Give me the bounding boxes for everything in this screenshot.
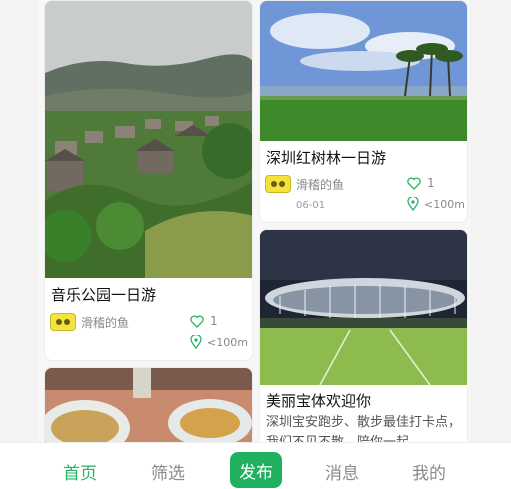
author-name: 滑稽的鱼 xyxy=(81,315,130,330)
heart-icon xyxy=(190,314,204,328)
post-author[interactable]: 滑稽的鱼 xyxy=(50,313,129,331)
post-title: 深圳红树林一日游 xyxy=(266,149,387,167)
post-title: 音乐公园一日游 xyxy=(51,286,157,304)
author-name: 滑稽的鱼 xyxy=(296,177,345,192)
avatar xyxy=(265,175,291,193)
like-number: 1 xyxy=(427,176,435,190)
distance-value: <100m xyxy=(207,335,248,349)
post-card-mangrove[interactable]: 深圳红树林一日游 滑稽的鱼 06-01 1 <100m xyxy=(259,0,468,223)
publish-button[interactable]: 发布 xyxy=(230,452,282,488)
post-photo xyxy=(260,230,467,385)
location-pin-icon xyxy=(190,335,202,349)
bottom-tab-bar: 首页 筛选 发布 消息 我的 xyxy=(0,442,511,489)
like-number: 1 xyxy=(210,314,218,328)
post-photo xyxy=(45,368,252,442)
post-title: 美丽宝体欢迎你 xyxy=(266,392,372,410)
post-description: 深圳宝安跑步、散步最佳打卡点，我们不见不散，陪你一起 xyxy=(266,415,462,442)
tab-messages[interactable]: 消息 xyxy=(325,459,359,484)
post-card-stadium[interactable]: 美丽宝体欢迎你 深圳宝安跑步、散步最佳打卡点，我们不见不散，陪你一起 xyxy=(259,229,468,442)
post-card-music-park[interactable]: 音乐公园一日游 滑稽的鱼 1 <100m xyxy=(44,0,253,361)
like-count[interactable]: 1 xyxy=(407,176,435,190)
post-photo xyxy=(260,1,467,141)
post-photo xyxy=(45,1,252,278)
tab-home[interactable]: 首页 xyxy=(63,459,97,484)
post-card-food[interactable] xyxy=(44,367,253,442)
heart-icon xyxy=(407,176,421,190)
avatar xyxy=(50,313,76,331)
post-feed: 音乐公园一日游 滑稽的鱼 1 <100m 深圳红树林一日游 滑稽的鱼 06-01… xyxy=(38,0,470,442)
like-count[interactable]: 1 xyxy=(190,314,218,328)
distance: <100m xyxy=(190,335,248,349)
distance-value: <100m xyxy=(424,197,465,211)
tab-filter[interactable]: 筛选 xyxy=(151,459,185,484)
distance: <100m xyxy=(407,197,465,211)
tab-mine[interactable]: 我的 xyxy=(412,459,446,484)
post-author[interactable]: 滑稽的鱼 xyxy=(265,175,344,193)
location-pin-icon xyxy=(407,197,419,211)
post-date: 06-01 xyxy=(296,200,326,211)
